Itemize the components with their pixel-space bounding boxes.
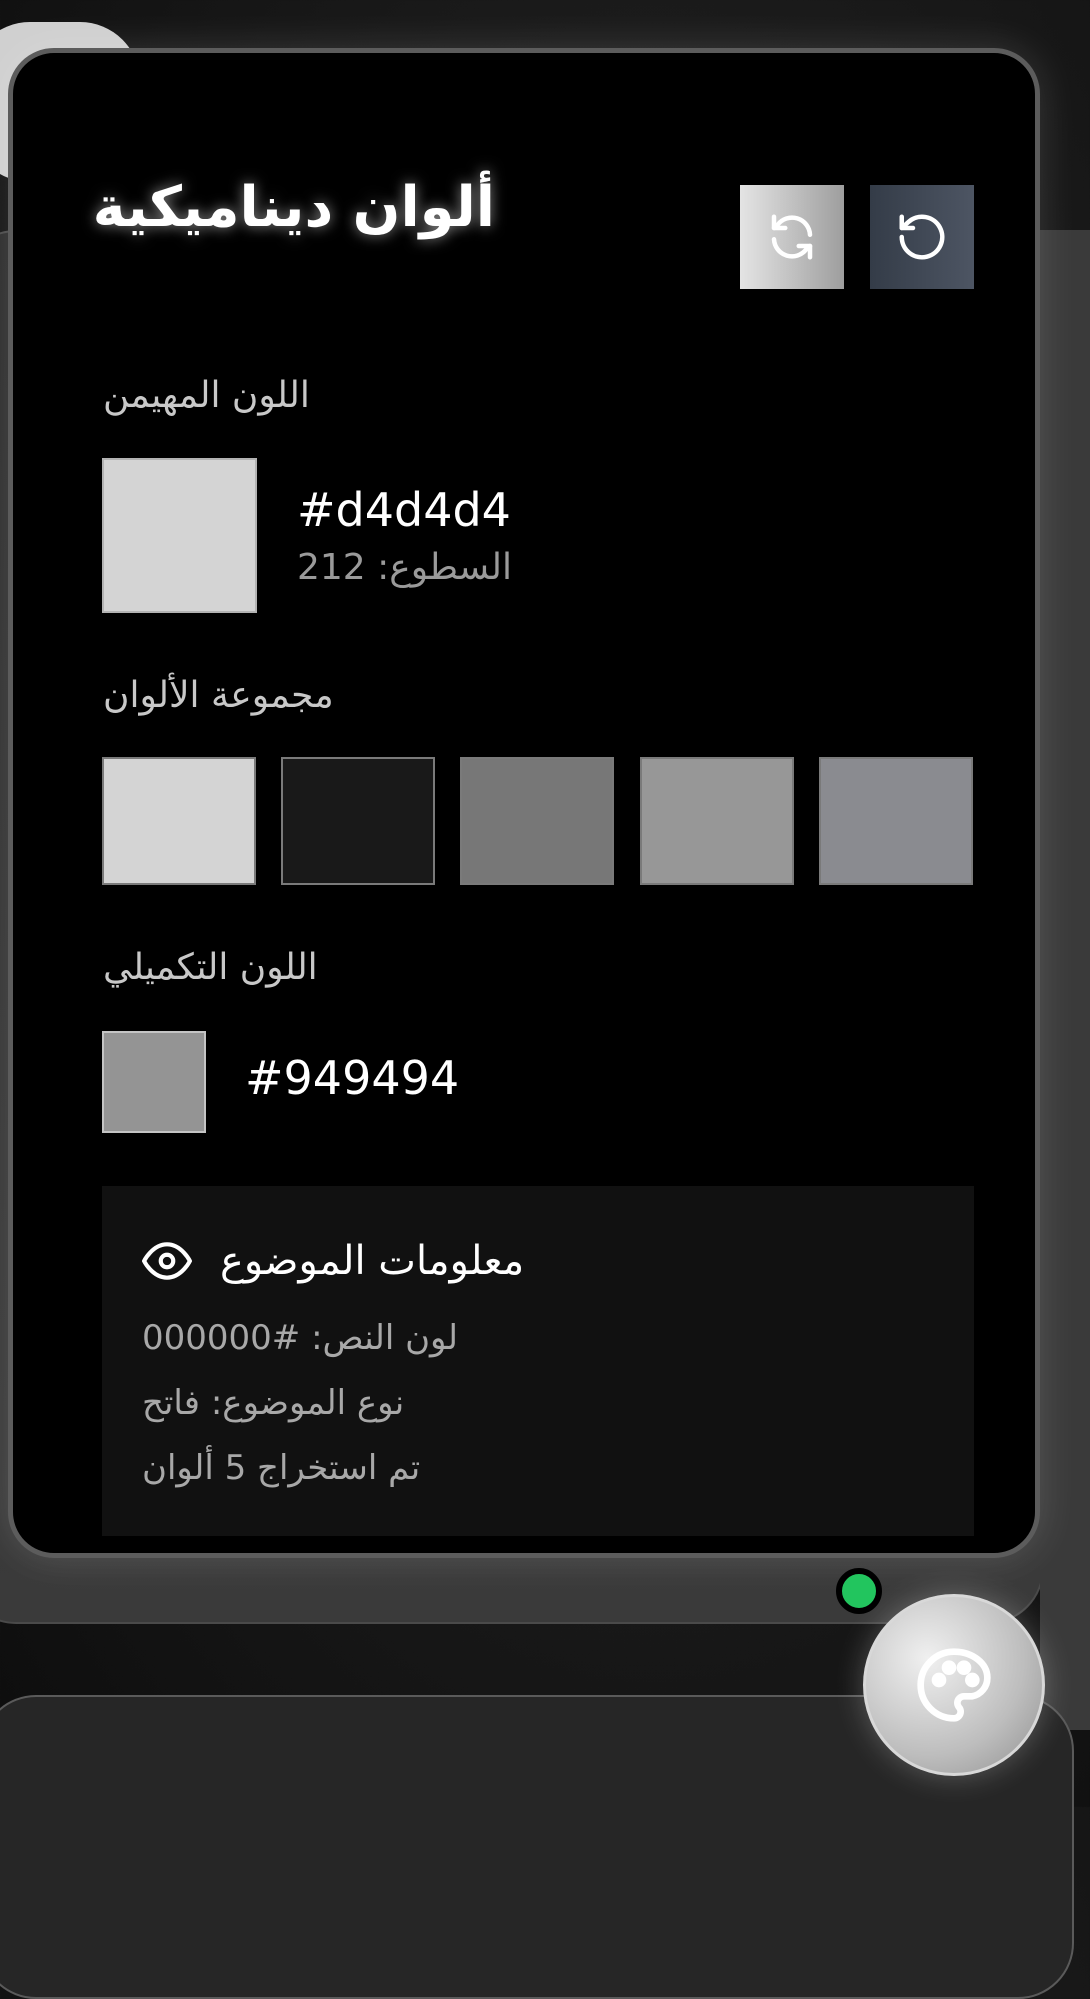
palette-swatch[interactable] <box>281 757 435 885</box>
dominant-color-hex: #d4d4d4 <box>297 483 511 537</box>
palette-icon <box>917 1648 991 1722</box>
text-color-info: لون النص: #000000 <box>142 1318 458 1358</box>
complementary-color-swatch <box>102 1031 206 1133</box>
theme-type-info: نوع الموضوع: فاتح <box>142 1383 405 1423</box>
palette-swatch[interactable] <box>460 757 614 885</box>
palette-swatch[interactable] <box>102 757 256 885</box>
status-indicator <box>836 1568 882 1614</box>
reset-button[interactable] <box>870 185 974 289</box>
dominant-brightness: السطوع: 212 <box>297 547 512 588</box>
palette-swatch[interactable] <box>640 757 794 885</box>
dynamic-colors-panel: ألوان ديناميكية اللون المهيمن #d4d4d4 ال… <box>8 48 1040 1558</box>
complementary-color-label: اللون التكميلي <box>103 947 318 988</box>
refresh-icon <box>771 214 813 260</box>
palette-fab-button[interactable] <box>863 1594 1045 1776</box>
complementary-color-hex: #949494 <box>245 1051 460 1105</box>
eye-icon <box>142 1242 192 1280</box>
palette-swatch[interactable] <box>819 757 973 885</box>
dominant-color-label: اللون المهيمن <box>103 375 310 416</box>
reset-icon <box>899 214 945 260</box>
panel-title: ألوان ديناميكية <box>92 175 495 240</box>
extracted-count-info: تم استخراج 5 ألوان <box>142 1448 421 1488</box>
dominant-color-swatch <box>102 458 257 613</box>
refresh-button[interactable] <box>740 185 844 289</box>
theme-info-box: معلومات الموضوع لون النص: #000000 نوع ال… <box>102 1186 974 1536</box>
theme-info-title: معلومات الموضوع <box>220 1238 525 1284</box>
palette-label: مجموعة الألوان <box>103 675 334 716</box>
background-strip <box>1040 230 1090 1730</box>
